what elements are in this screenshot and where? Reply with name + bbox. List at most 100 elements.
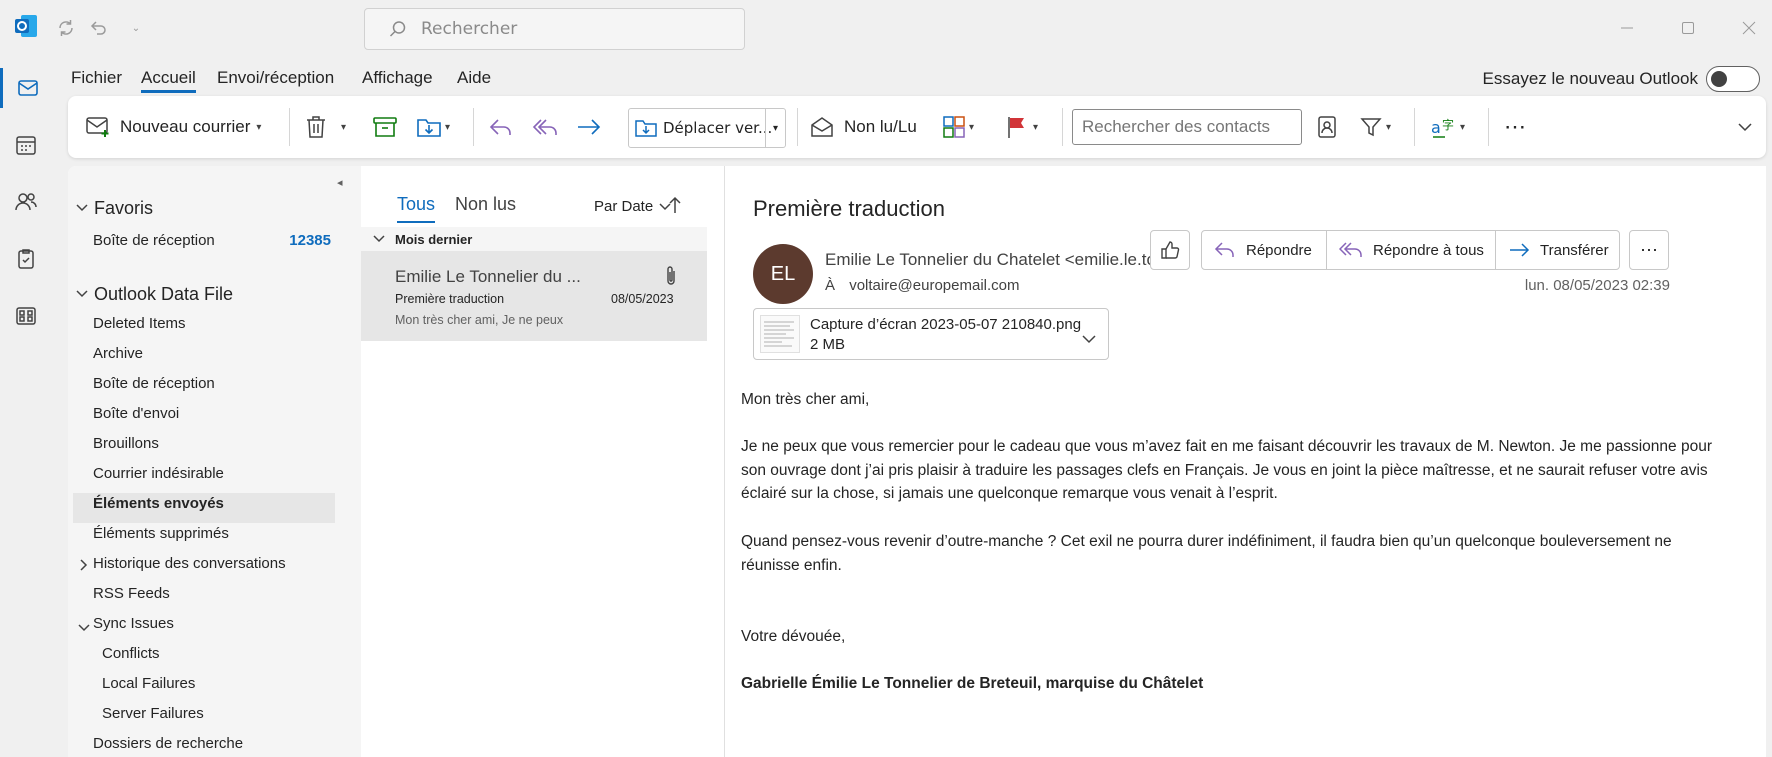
- categorize-button[interactable]: ▾: [942, 96, 974, 158]
- svg-text:字: 字: [1442, 117, 1454, 132]
- categorize-dropdown-icon[interactable]: ▾: [969, 122, 974, 133]
- attachment-name: Capture d’écran 2023-05-07 210840.png: [810, 316, 1082, 333]
- search-box[interactable]: Rechercher: [364, 8, 745, 50]
- favorite-inbox[interactable]: Boîte de réception 12385: [93, 232, 331, 249]
- tasks-app-icon[interactable]: [0, 239, 52, 279]
- tab-all[interactable]: Tous: [397, 194, 436, 223]
- menu-fichier[interactable]: Fichier: [71, 68, 122, 88]
- move-folder-dropdown-icon[interactable]: ▾: [445, 122, 450, 133]
- reply-icon: [1214, 242, 1234, 257]
- maximize-icon[interactable]: [1673, 14, 1703, 42]
- address-book-button[interactable]: [1316, 96, 1338, 158]
- move-to-folder-button[interactable]: ▾: [417, 96, 450, 158]
- menu-envoi-reception[interactable]: Envoi/réception: [217, 68, 334, 88]
- like-button[interactable]: [1150, 230, 1190, 270]
- folder-search-folders[interactable]: Dossiers de recherche: [93, 735, 243, 752]
- chevron-down-icon[interactable]: [78, 618, 90, 637]
- avatar[interactable]: EL: [753, 244, 813, 304]
- attachment-thumbnail-icon: [760, 315, 800, 353]
- delete-button[interactable]: ▾: [305, 96, 346, 158]
- menu-aide[interactable]: Aide: [457, 68, 491, 88]
- folder-drafts[interactable]: Brouillons: [93, 435, 159, 452]
- folder-sync-issues[interactable]: Sync Issues: [93, 615, 174, 632]
- archive-button[interactable]: [373, 96, 397, 158]
- reply-ribbon-button[interactable]: [488, 96, 514, 158]
- attachment-chevron-down-icon[interactable]: [1082, 329, 1096, 348]
- minimize-icon[interactable]: [1612, 14, 1642, 42]
- try-new-outlook-toggle[interactable]: [1706, 66, 1760, 92]
- more-apps-icon[interactable]: [0, 296, 52, 336]
- collapse-folder-pane-icon[interactable]: ◂: [337, 176, 343, 189]
- email-to[interactable]: voltaire@europemail.com: [849, 277, 1019, 294]
- close-icon[interactable]: [1734, 14, 1764, 42]
- folder-inbox[interactable]: Boîte de réception: [93, 375, 215, 392]
- mail-app-icon[interactable]: [0, 68, 52, 108]
- folder-sent-items[interactable]: Éléments envoyés: [93, 495, 224, 512]
- favorites-header[interactable]: Favoris: [76, 198, 153, 219]
- more-actions-icon[interactable]: ⋯: [1629, 230, 1669, 270]
- new-mail-label: Nouveau courrier: [120, 117, 251, 136]
- folder-conflicts[interactable]: Conflicts: [102, 645, 160, 662]
- move-to-chevron-icon[interactable]: ▾: [765, 109, 785, 147]
- email-greeting: Mon très cher ami,: [741, 391, 870, 408]
- contact-search-input[interactable]: Rechercher des contacts: [1072, 109, 1302, 145]
- folder-junk[interactable]: Courrier indésirable: [93, 465, 224, 482]
- filter-dropdown-icon[interactable]: ▾: [1386, 122, 1391, 133]
- attachment-card[interactable]: Capture d’écran 2023-05-07 210840.png 2 …: [753, 308, 1109, 360]
- folder-conversation-history[interactable]: Historique des conversations: [93, 555, 286, 572]
- folder-archive[interactable]: Archive: [93, 345, 143, 362]
- delete-dropdown-icon[interactable]: ▾: [341, 122, 346, 133]
- folder-deleted-items[interactable]: Deleted Items: [93, 315, 186, 332]
- folder-server-failures[interactable]: Server Failures: [102, 705, 204, 722]
- reply-button[interactable]: Répondre: [1201, 230, 1327, 270]
- move-to-dropdown[interactable]: Déplacer ver... ▾: [628, 108, 786, 148]
- app-rail: [0, 56, 52, 757]
- reply-all-icon: [1339, 242, 1362, 257]
- try-new-outlook-label: Essayez le nouveau Outlook: [1482, 69, 1698, 88]
- flag-button[interactable]: ▾: [1006, 96, 1038, 158]
- forward-button[interactable]: Transférer: [1495, 230, 1620, 270]
- folder-local-failures[interactable]: Local Failures: [102, 675, 195, 692]
- filter-button[interactable]: ▾: [1360, 96, 1391, 158]
- address-book-icon: [1318, 116, 1336, 138]
- read-unread-button[interactable]: Non lu/Lu: [810, 96, 917, 158]
- ribbon: Nouveau courrier ▾ ▾ ▾ Déplacer ver... ▾…: [68, 96, 1766, 158]
- reply-all-button[interactable]: Répondre à tous: [1326, 230, 1496, 270]
- thumbs-up-icon: [1161, 241, 1180, 259]
- quick-access-dropdown-icon[interactable]: ⌄: [122, 14, 150, 42]
- translate-icon: a字: [1431, 117, 1454, 138]
- undo-icon[interactable]: [84, 14, 112, 42]
- group-label: Mois dernier: [395, 231, 473, 247]
- new-mail-button[interactable]: Nouveau courrier ▾: [86, 96, 261, 158]
- group-header[interactable]: Mois dernier: [361, 227, 707, 251]
- menu-accueil[interactable]: Accueil: [141, 68, 196, 93]
- flag-dropdown-icon[interactable]: ▾: [1033, 122, 1038, 133]
- translate-dropdown-icon[interactable]: ▾: [1460, 122, 1465, 133]
- message-sender: Emilie Le Tonnelier du ...: [395, 267, 581, 286]
- more-ribbon-icon[interactable]: ⋯: [1504, 96, 1528, 158]
- move-to-label: Déplacer ver...: [663, 119, 773, 137]
- forward-ribbon-button[interactable]: [576, 96, 602, 158]
- people-app-icon[interactable]: [0, 182, 52, 222]
- calendar-app-icon[interactable]: [0, 125, 52, 165]
- try-new-outlook: Essayez le nouveau Outlook: [1483, 66, 1760, 92]
- folder-pane: ◂ Favoris Boîte de réception 12385 Outlo…: [68, 166, 361, 757]
- sort-direction-icon[interactable]: [668, 196, 682, 218]
- sync-icon[interactable]: [52, 14, 80, 42]
- menu-affichage[interactable]: Affichage: [362, 68, 433, 88]
- folder-deleted[interactable]: Éléments supprimés: [93, 525, 229, 542]
- new-mail-dropdown-icon[interactable]: ▾: [256, 122, 261, 133]
- chevron-right-icon[interactable]: [79, 556, 89, 575]
- list-item[interactable]: Emilie Le Tonnelier du ... Première trad…: [361, 251, 707, 341]
- collapse-ribbon-icon[interactable]: [1738, 96, 1752, 158]
- search-placeholder: Rechercher: [421, 19, 518, 39]
- email-from[interactable]: Emilie Le Tonnelier du Chatelet <emilie.…: [825, 250, 1165, 270]
- data-file-header[interactable]: Outlook Data File: [76, 284, 233, 305]
- delete-icon: [307, 116, 325, 138]
- translate-button[interactable]: a字 ▾: [1430, 96, 1465, 158]
- reply-all-ribbon-button[interactable]: [532, 96, 560, 158]
- folder-outbox[interactable]: Boîte d'envoi: [93, 405, 179, 422]
- tab-unread[interactable]: Non lus: [455, 194, 516, 215]
- sort-by-date-button[interactable]: Par Date: [594, 198, 671, 215]
- folder-rss-feeds[interactable]: RSS Feeds: [93, 585, 170, 602]
